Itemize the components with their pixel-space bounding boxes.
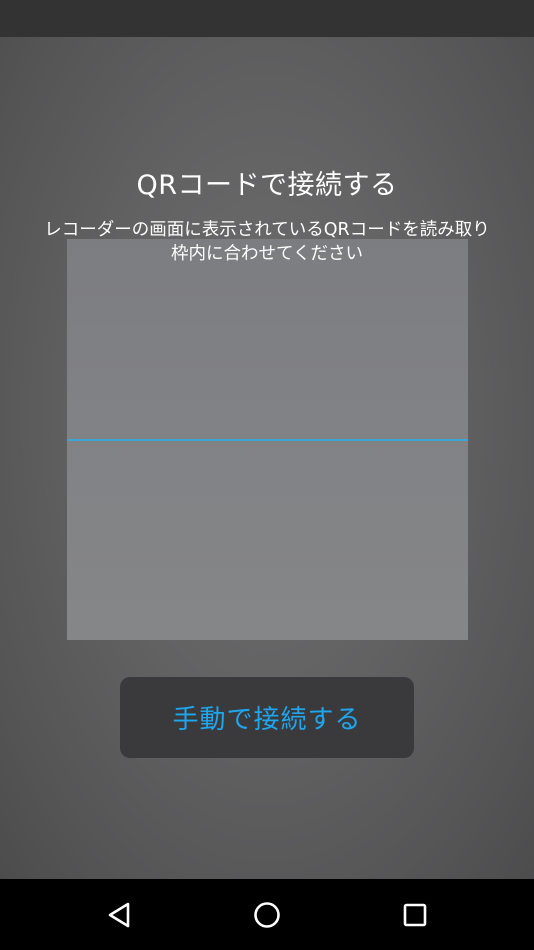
manual-connect-button[interactable]: 手動で接続する xyxy=(120,677,414,758)
instruction-line-2: 枠内に合わせてください xyxy=(171,244,363,264)
qr-scan-frame xyxy=(67,239,468,640)
instruction-line-1: レコーダーの画面に表示されているQRコードを読み取り xyxy=(44,220,490,240)
back-button[interactable] xyxy=(93,889,145,941)
camera-preview: QRコードで接続する レコーダーの画面に表示されているQRコードを読み取り 枠内… xyxy=(0,37,534,879)
home-button[interactable] xyxy=(241,889,293,941)
back-icon xyxy=(108,902,130,928)
status-bar xyxy=(0,0,534,37)
scan-line xyxy=(67,439,468,441)
scan-instructions: レコーダーの画面に表示されているQRコードを読み取り 枠内に合わせてください xyxy=(0,218,534,266)
home-icon xyxy=(254,902,280,928)
recents-icon xyxy=(403,903,427,927)
recents-button[interactable] xyxy=(389,889,441,941)
page-title: QRコードで接続する xyxy=(136,170,398,201)
navigation-bar xyxy=(0,879,534,950)
